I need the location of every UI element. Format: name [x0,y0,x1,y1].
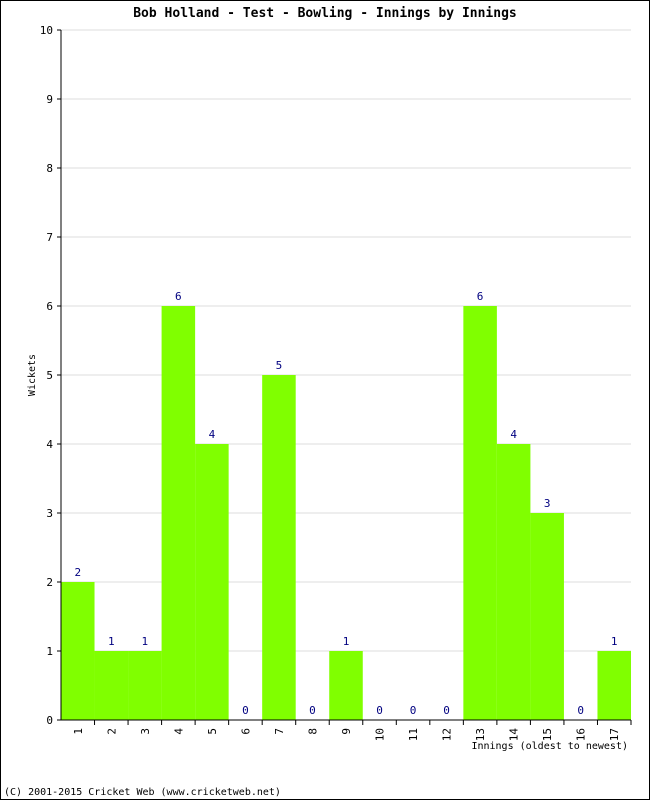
x-tick-label: 9 [340,728,353,735]
y-tick-label: 3 [46,507,53,520]
x-tick-label: 3 [139,728,152,735]
data-label: 0 [443,704,450,717]
data-label: 5 [276,359,283,372]
bar [262,375,296,720]
bar [530,513,564,720]
y-tick-label: 9 [46,93,53,106]
bar [195,444,229,720]
bar [128,651,162,720]
x-tick-label: 13 [474,728,487,741]
data-label: 1 [343,635,350,648]
bar [496,444,531,720]
x-tick-label: 7 [273,728,286,735]
x-axis-label: Innings (oldest to newest) [471,741,628,752]
data-label: 1 [108,635,115,648]
x-tick-label: 11 [407,728,420,741]
y-tick-label: 10 [40,24,53,37]
y-tick-label: 2 [46,576,53,589]
data-label: 0 [242,704,249,717]
bar-chart: Bob Holland - Test - Bowling - Innings b… [4,6,632,798]
bar [463,306,497,720]
y-tick-label: 6 [46,300,53,313]
data-label: 3 [544,497,551,510]
x-tick-label: 12 [441,728,454,741]
data-label: 1 [142,635,149,648]
x-tick-label: 5 [206,728,219,735]
y-tick-label: 7 [46,231,53,244]
y-tick-label: 5 [46,369,53,382]
bar [161,306,196,720]
data-label: 2 [74,566,81,579]
bar [61,582,95,720]
copyright-footer: (C) 2001-2015 Cricket Web (www.cricketwe… [4,787,281,798]
bar [329,651,363,720]
data-label: 1 [611,635,618,648]
x-tick-label: 14 [508,728,521,742]
chart-title: Bob Holland - Test - Bowling - Innings b… [133,6,517,21]
y-tick-label: 1 [46,645,53,658]
data-label: 0 [577,704,584,717]
x-tick-label: 10 [374,728,387,741]
data-label: 6 [175,290,182,303]
data-label: 0 [309,704,316,717]
y-tick-label: 0 [46,714,53,727]
data-label: 4 [209,428,216,441]
x-tick-label: 6 [239,728,252,735]
y-tick-label: 4 [46,438,53,451]
data-label: 6 [477,290,484,303]
data-label: 0 [410,704,417,717]
x-tick-label: 15 [541,728,554,741]
x-tick-label: 2 [105,728,118,735]
x-tick-label: 16 [575,728,588,741]
data-label: 4 [510,428,517,441]
y-axis-label: Wickets [27,354,38,396]
x-tick-label: 17 [608,728,621,741]
bar [94,651,129,720]
y-tick-label: 8 [46,162,53,175]
x-tick-label: 4 [172,728,185,735]
bar [597,651,631,720]
x-tick-label: 1 [72,728,85,735]
data-label: 0 [376,704,383,717]
x-tick-label: 8 [306,728,319,735]
